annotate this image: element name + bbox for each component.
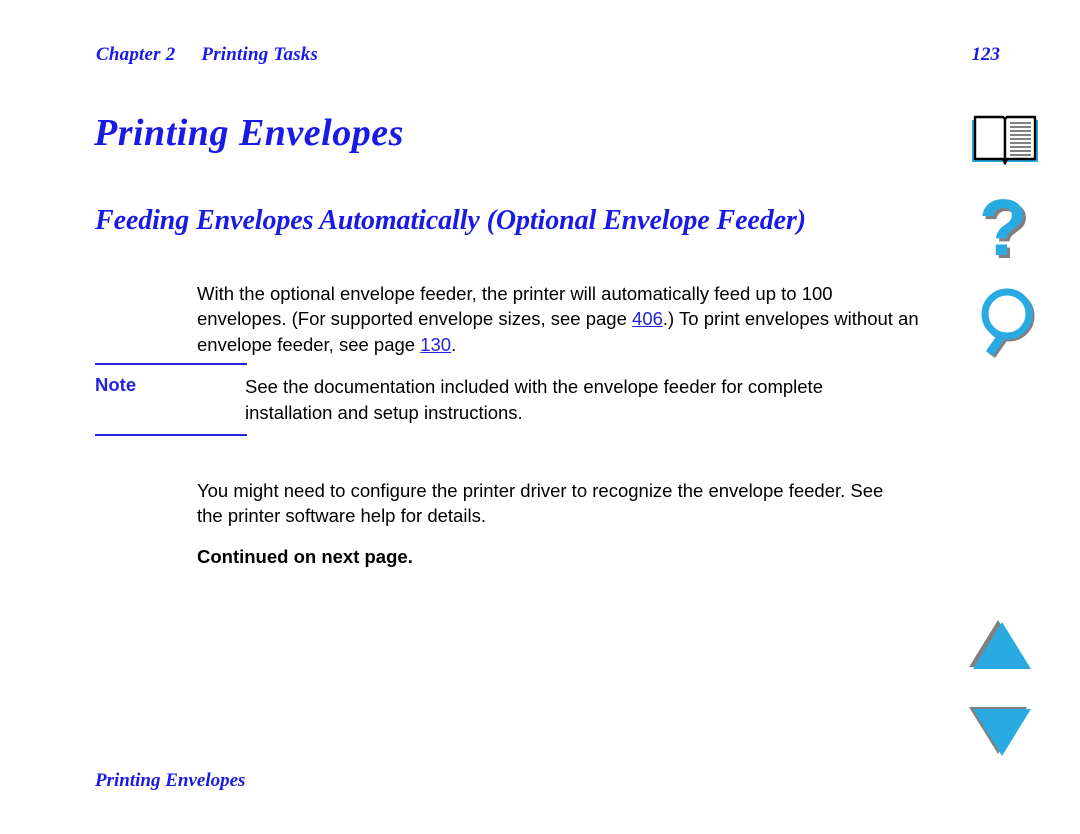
driver-paragraph: You might need to configure the printer … [197, 479, 884, 527]
running-footer: Printing Envelopes [95, 770, 246, 791]
page-link-406[interactable]: 406 [632, 308, 663, 329]
note-block: Note See the documentation included with… [95, 363, 905, 436]
note-row: Note See the documentation included with… [95, 365, 905, 434]
note-rule-bottom [95, 434, 247, 436]
intro-text-part3: . [451, 333, 457, 355]
book-icon[interactable] [950, 112, 1060, 176]
continued-on-next-page: Continued on next page. [197, 545, 413, 567]
question-mark-icon[interactable]: ? ? [950, 190, 1060, 276]
running-header: Chapter 2 Printing Tasks 123 [96, 44, 1000, 66]
magnifier-icon[interactable] [950, 285, 1060, 363]
navigation-icon-rail: ? ? [950, 0, 1060, 834]
triangle-up-icon[interactable] [950, 610, 1060, 680]
header-chapter-title: Printing Tasks [201, 44, 319, 65]
svg-text:?: ? [979, 190, 1028, 272]
header-chapter: Chapter 2 Printing Tasks [96, 44, 318, 66]
note-text: See the documentation included with the … [245, 376, 823, 423]
page-title: Printing Envelopes [94, 112, 404, 155]
triangle-down-icon[interactable] [950, 695, 1060, 765]
header-chapter-label: Chapter 2 [96, 44, 176, 65]
section-heading: Feeding Envelopes Automatically (Optiona… [95, 205, 806, 237]
intro-paragraph: With the optional envelope feeder, the p… [197, 281, 922, 358]
page-link-130[interactable]: 130 [420, 334, 451, 355]
note-label: Note [95, 374, 137, 395]
